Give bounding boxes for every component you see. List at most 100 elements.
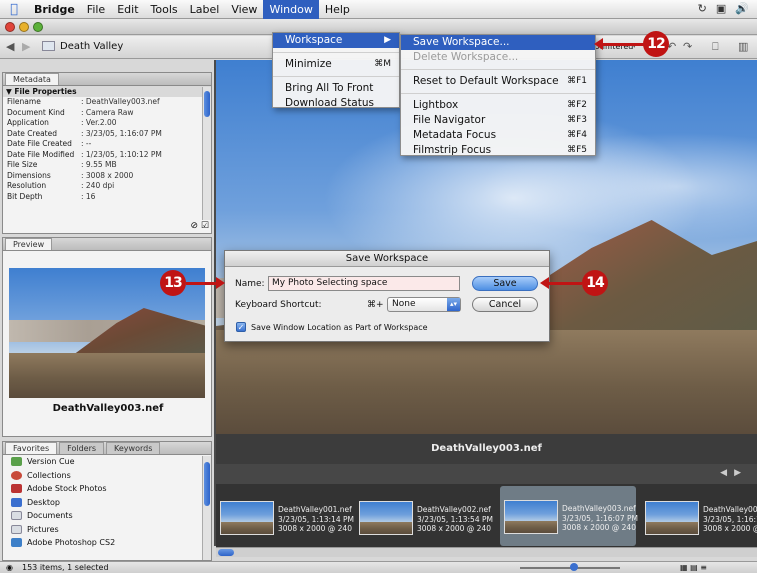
apple-icon[interactable]:  [0,2,28,17]
scrollbar-thumb[interactable] [204,91,210,117]
cancel-button[interactable]: Cancel [472,297,538,312]
callout-arrow-13 [186,282,218,285]
metadata-row: Document Kind: Camera Raw [7,107,134,117]
sidebar-item-photoshop[interactable]: Adobe Photoshop CS2 [3,536,211,550]
workspace-name-field[interactable]: My Photo Selecting space [268,276,460,291]
slider-knob[interactable] [570,563,578,571]
command-key-label: ⌘+ [367,300,384,310]
trash-icon[interactable]: ⎕ [712,40,719,54]
menu-item-save-workspace[interactable]: Save Workspace... [401,35,595,50]
menu-item-reset-workspace[interactable]: Reset to Default Workspace ⌘F1 [401,74,595,89]
collections-icon [11,470,22,480]
menu-help[interactable]: Help [319,0,356,19]
folder-icon [42,41,55,51]
save-button[interactable]: Save [472,276,538,291]
checkbox-label: Save Window Location as Part of Workspac… [251,323,428,332]
volume-icon[interactable]: 🔊 [735,2,749,15]
status-bar: ◉ 153 items, 1 selected ▦ ▤ ≡ [0,561,757,573]
tab-metadata[interactable]: Metadata [5,73,59,85]
menu-file[interactable]: File [81,0,111,19]
menu-item-minimize[interactable]: Minimize ⌘M [273,57,399,72]
sidebar-item-version-cue[interactable]: Version Cue [3,455,211,469]
minimize-window-button[interactable] [19,22,29,32]
desktop-icon [11,497,22,507]
favorites-panel: Favorites Folders Keywords Version Cue C… [2,441,212,561]
view-icon[interactable]: ▥ [738,40,748,53]
scrollbar-thumb[interactable] [204,462,210,506]
scrollbar-thumb[interactable] [218,549,234,556]
close-window-button[interactable] [5,22,15,32]
view-mode-icons[interactable]: ▦ ▤ ≡ [680,562,707,573]
favorites-scrollbar[interactable] [202,456,211,560]
zoom-window-button[interactable] [33,22,43,32]
select-stepper-icon: ▴▾ [447,298,460,311]
keyboard-shortcut-label: Keyboard Shortcut: [235,300,322,310]
version-cue-icon [11,457,22,467]
preview-panel: Preview DeathValley003.nef [2,237,212,437]
next-page-icon[interactable]: ▶ [734,468,741,478]
metadata-row: Bit Depth: 16 [7,191,96,201]
metadata-row: Resolution: 240 dpi [7,181,115,190]
back-arrow-icon[interactable]: ◀ [6,40,14,53]
filmstrip-scrollbar[interactable] [216,547,757,557]
metadata-row: Application: Ver.2.00 [7,118,117,127]
menu-item-metadata-focus[interactable]: Metadata Focus ⌘F4 [401,128,595,143]
thumbnail-image [504,500,558,534]
path-label[interactable]: Death Valley [60,41,123,52]
no-icon[interactable]: ⊘ [190,221,198,231]
forward-arrow-icon[interactable]: ▶ [22,40,30,53]
metadata-scrollbar[interactable] [202,87,211,220]
preview-caption: DeathValley003.nef [52,403,164,414]
menu-window[interactable]: Window [263,0,319,19]
menu-item-download-status[interactable]: Download Status [273,96,399,111]
menu-edit[interactable]: Edit [111,0,144,19]
sidebar-item-collections[interactable]: Collections [3,469,211,483]
menu-tools[interactable]: Tools [145,0,184,19]
callout-12: 12 [643,31,669,57]
thumbnail-item[interactable]: DeathValley001.nef 3/23/05, 1:13:14 PM 300… [216,491,354,545]
display-icon[interactable]: ▣ [716,2,726,15]
thumbnail-item[interactable]: DeathValley002.nef 3/23/05, 1:13:54 PM 300… [355,491,493,545]
metadata-row: File Size: 9.55 MB [7,160,117,169]
menu-item-lightbox[interactable]: Lightbox ⌘F2 [401,98,595,113]
thumbnail-item[interactable]: DeathValley004.n3/23/05, 1:16:13008 x 20… [641,491,757,545]
dialog-title: Save Workspace [225,251,549,267]
menu-view[interactable]: View [225,0,263,19]
keyboard-shortcut-select[interactable]: None ▴▾ [387,297,461,312]
menu-app[interactable]: Bridge [28,0,81,19]
menu-item-delete-workspace: Delete Workspace... [413,51,519,63]
arrowhead-13 [216,277,225,289]
tab-folders[interactable]: Folders [59,442,105,454]
tab-keywords[interactable]: Keywords [106,442,161,454]
sidebar-item-adobe-stock-photos[interactable]: Adobe Stock Photos [3,482,211,496]
name-label: Name: [235,279,265,289]
section-header-file-properties[interactable]: ▼ File Properties [3,86,211,97]
tab-favorites[interactable]: Favorites [5,442,58,454]
metadata-row: Date Created: 3/23/05, 1:16:07 PM [7,128,162,138]
callout-arrow-14 [548,282,582,285]
menu-item-filmstrip-focus[interactable]: Filmstrip Focus ⌘F5 [401,143,595,158]
sidebar-item-desktop[interactable]: Desktop [3,496,211,510]
sidebar-item-documents[interactable]: Documents [3,509,211,523]
arrowhead-14 [540,277,549,289]
thumbnail-item-selected[interactable]: DeathValley003.nef 3/23/05, 1:16:07 PM 300… [500,486,638,546]
sync-icon[interactable]: ↻ [698,2,707,15]
sidebar-item-pictures[interactable]: Pictures [3,523,211,537]
prev-page-icon[interactable]: ◀ [720,468,727,478]
menu-extras: ↻ ▣ 🔊 [698,2,749,15]
menu-item-workspace[interactable]: Workspace ▶ [273,33,399,48]
menu-item-bring-all-to-front[interactable]: Bring All To Front [273,81,399,96]
info-icon: ◉ [6,563,13,572]
metadata-row: Date File Modified: 1/23/05, 1:10:12 PM [7,149,162,159]
tab-preview[interactable]: Preview [5,238,53,250]
callout-14: 14 [582,270,608,296]
filmstrip-controls: ◀ ▶ [216,464,757,484]
menu-label[interactable]: Label [184,0,226,19]
rotate-right-icon[interactable]: ↷ [683,40,692,53]
checkmark-icon[interactable]: ☑ [201,221,209,231]
main-caption: DeathValley003.nef [216,434,757,464]
save-location-checkbox[interactable]: ✓ [236,322,246,332]
documents-icon [11,511,22,521]
workspace-submenu: Save Workspace... Delete Workspace... Re… [400,34,596,156]
menu-item-file-navigator[interactable]: File Navigator ⌘F3 [401,113,595,128]
